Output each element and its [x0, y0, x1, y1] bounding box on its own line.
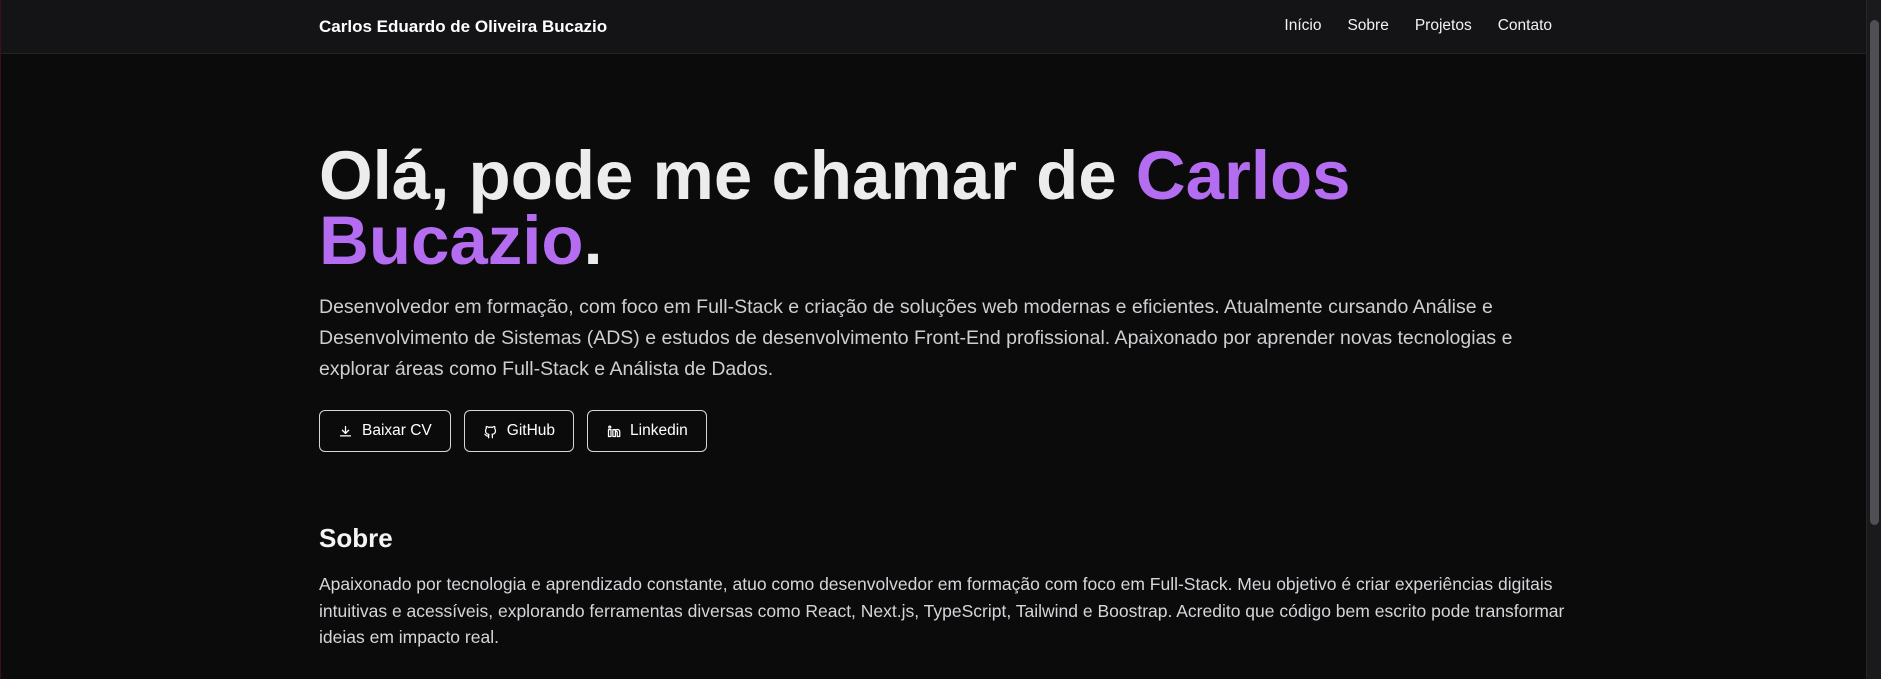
- scrollbar-thumb[interactable]: [1870, 20, 1879, 525]
- about-title: Sobre: [319, 523, 393, 553]
- hero-title: Olá, pode me chamar de Carlos Bucazio.: [319, 141, 1499, 275]
- nav-link-sobre[interactable]: Sobre: [1347, 17, 1388, 35]
- hero-title-suffix: .: [583, 202, 603, 279]
- portfolio-page: Carlos Eduardo de Oliveira Bucazio Iníci…: [0, 0, 1881, 679]
- download-cv-label: Baixar CV: [362, 422, 432, 439]
- brand-logo-text[interactable]: Carlos Eduardo de Oliveira Bucazio: [319, 17, 607, 37]
- nav-link-inicio[interactable]: Início: [1284, 17, 1321, 35]
- linkedin-label: Linkedin: [630, 422, 688, 439]
- github-label: GitHub: [506, 422, 556, 439]
- main-navigation: Início Sobre Projetos Contato: [1284, 17, 1552, 35]
- github-button[interactable]: GitHub: [463, 410, 575, 452]
- about-text: Apaixonado por tecnologia e aprendizado …: [319, 574, 1565, 647]
- hero-description: Desenvolvedor em formação, com foco em F…: [319, 296, 1513, 380]
- site-header: Carlos Eduardo de Oliveira Bucazio Iníci…: [1, 0, 1867, 54]
- nav-link-contato[interactable]: Contato: [1498, 17, 1552, 35]
- linkedin-icon: [606, 424, 621, 439]
- nav-link-projetos[interactable]: Projetos: [1415, 17, 1472, 35]
- github-icon: [483, 424, 498, 439]
- download-icon: [338, 424, 353, 439]
- linkedin-button[interactable]: Linkedin: [587, 410, 707, 452]
- download-cv-button[interactable]: Baixar CV: [319, 410, 451, 452]
- page-scrollbar[interactable]: [1866, 0, 1881, 679]
- hero-actions: Baixar CV GitHub Linkedin: [319, 410, 707, 452]
